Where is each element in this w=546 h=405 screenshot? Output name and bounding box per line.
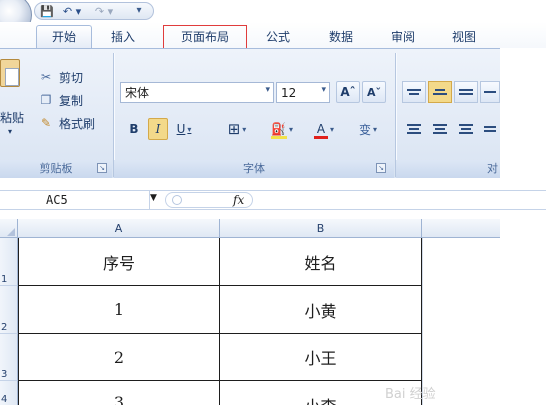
chevron-down-icon: ▾ <box>8 127 13 136</box>
format-painter-icon: ✎ <box>40 116 52 130</box>
clipboard-group-label: 剪贴板 <box>0 160 112 178</box>
row-header-2[interactable]: 2 <box>0 286 18 334</box>
font-color-button[interactable]: A ▾ <box>306 118 342 140</box>
ribbon: 粘贴 ▾ ✂ 剪切 ❐ 复制 ✎ 格式刷 剪贴板 ↘ 字体 ↘ 对 <box>0 48 500 178</box>
orientation-button[interactable] <box>480 81 500 103</box>
cell-a4[interactable]: 3 <box>18 381 220 405</box>
font-name-value: 宋体 <box>125 86 150 100</box>
align-middle-button[interactable] <box>428 81 452 103</box>
borders-icon: ⊞ <box>227 120 241 138</box>
column-header-a[interactable]: A <box>18 219 220 238</box>
ribbon-edge <box>500 48 546 178</box>
tab-view[interactable]: 视图 <box>444 27 484 47</box>
chevron-down-icon: ▾ <box>288 124 293 134</box>
chevron-down-icon: ▾ <box>373 124 378 134</box>
column-header-c[interactable] <box>422 219 500 238</box>
tab-page-layout[interactable]: 页面布局 <box>163 25 247 49</box>
align-bottom-button[interactable] <box>454 81 478 103</box>
insert-function-icon[interactable]: fx <box>233 190 244 210</box>
chevron-down-icon: ▾ <box>321 85 326 95</box>
row-header-4[interactable]: 4 <box>0 381 18 405</box>
name-box[interactable]: AC5 <box>0 190 150 210</box>
redo-icon[interactable]: ↷ ▾ <box>91 4 117 18</box>
fill-color-button[interactable]: ⛽ ▾ <box>264 118 300 140</box>
borders-button[interactable]: ⊞ ▾ <box>219 118 255 140</box>
indent-button[interactable] <box>480 118 500 140</box>
fill-bucket-icon: ⛽ <box>270 122 287 139</box>
group-divider <box>395 53 396 177</box>
alignment-group-label: 对 <box>396 160 500 178</box>
screen-edge <box>500 219 546 405</box>
underline-button[interactable]: U ▾ <box>172 118 196 140</box>
copy-label: 复制 <box>59 93 84 108</box>
column-header-b[interactable]: B <box>220 219 422 238</box>
cancel-icon[interactable] <box>172 195 182 205</box>
watermark-text: Bai 经验 <box>385 387 436 402</box>
font-launcher-icon[interactable]: ↘ <box>376 163 386 173</box>
row-header-1[interactable]: 1 <box>0 238 18 286</box>
chevron-down-icon: ▾ <box>329 124 334 134</box>
select-all-corner[interactable] <box>0 219 18 238</box>
align-left-button[interactable] <box>402 118 426 140</box>
column-gridline <box>422 238 423 405</box>
cell-b1[interactable]: 姓名 <box>220 238 422 286</box>
underline-label: U <box>176 122 186 136</box>
chevron-down-icon: ▾ <box>242 124 247 134</box>
undo-icon[interactable]: ↶ ▾ <box>59 4 85 18</box>
chevron-down-icon: ▾ <box>265 85 270 95</box>
tab-formulas[interactable]: 公式 <box>258 27 298 47</box>
grow-font-button[interactable]: Aˆ <box>336 81 360 103</box>
tab-data[interactable]: 数据 <box>321 27 361 47</box>
italic-button[interactable]: I <box>148 118 168 140</box>
cell-a1[interactable]: 序号 <box>18 238 220 286</box>
phonetic-icon: 变 <box>358 122 371 137</box>
align-top-button[interactable] <box>402 81 426 103</box>
phonetic-button[interactable]: 变 ▾ <box>348 118 388 140</box>
tab-review[interactable]: 审阅 <box>383 27 423 47</box>
copy-button[interactable]: ❐ 复制 <box>38 90 83 110</box>
customize-qat-icon[interactable]: ▾ <box>134 3 144 17</box>
font-color-icon: A <box>313 122 328 139</box>
font-size-value: 12 <box>281 85 297 100</box>
cell-a2[interactable]: 1 <box>18 286 220 334</box>
tab-home[interactable]: 开始 <box>36 25 92 48</box>
paste-icon <box>0 59 20 87</box>
shrink-font-button[interactable]: Aˇ <box>362 81 386 103</box>
scissors-icon: ✂ <box>40 70 52 84</box>
cut-label: 剪切 <box>59 70 84 85</box>
font-size-combo[interactable]: 12 ▾ <box>276 82 330 103</box>
cut-button[interactable]: ✂ 剪切 <box>38 67 83 87</box>
cell-b2[interactable]: 小黄 <box>220 286 422 334</box>
font-name-combo[interactable]: 宋体 ▾ <box>120 82 274 103</box>
save-icon[interactable]: 💾 <box>39 4 55 18</box>
copy-icon: ❐ <box>40 93 52 107</box>
paste-label: 粘贴 <box>0 111 25 125</box>
align-center-button[interactable] <box>428 118 452 140</box>
cell-b3[interactable]: 小王 <box>220 334 422 381</box>
format-painter-label: 格式刷 <box>59 116 96 131</box>
tab-insert[interactable]: 插入 <box>103 27 143 47</box>
group-divider <box>113 53 114 177</box>
ribbon-tabs: 开始 插入 页面布局 公式 数据 审阅 视图 <box>0 22 546 49</box>
bold-button[interactable]: B <box>124 118 144 140</box>
chevron-down-icon: ▾ <box>187 124 192 134</box>
row-header-3[interactable]: 3 <box>0 334 18 381</box>
clipboard-launcher-icon[interactable]: ↘ <box>97 163 107 173</box>
cell-a3[interactable]: 2 <box>18 334 220 381</box>
format-painter-button[interactable]: ✎ 格式刷 <box>38 113 95 133</box>
chevron-down-icon[interactable]: ▼ <box>150 193 157 203</box>
paste-button[interactable]: 粘贴 ▾ <box>0 53 28 136</box>
align-right-button[interactable] <box>454 118 478 140</box>
font-group-label: 字体 <box>114 160 394 178</box>
